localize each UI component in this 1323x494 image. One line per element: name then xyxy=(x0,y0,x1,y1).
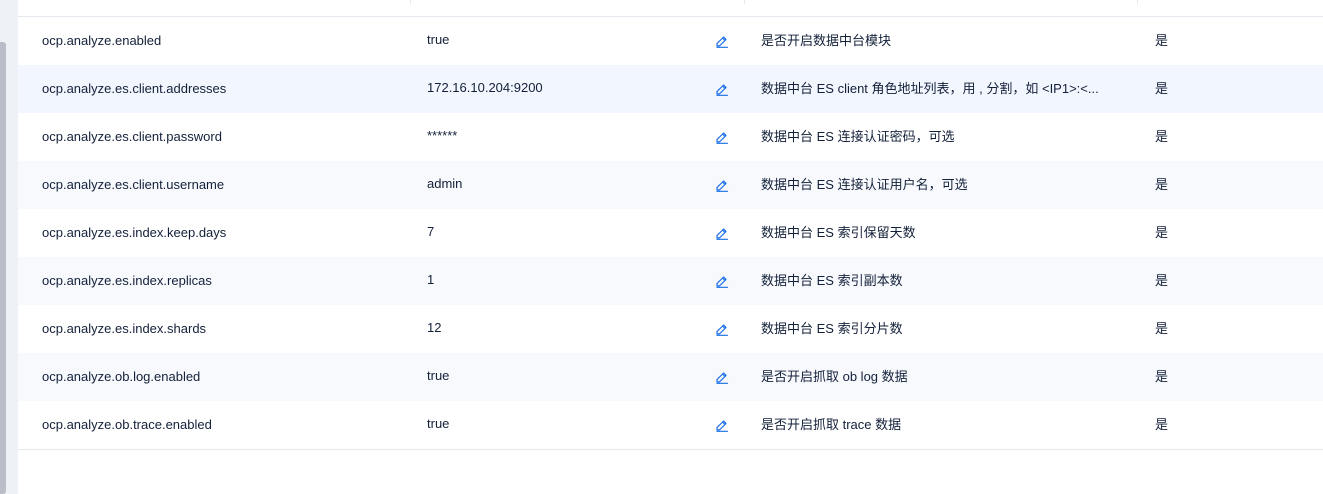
param-value: true xyxy=(427,368,450,383)
table-row: ocp.analyze.es.client.password ****** 数据… xyxy=(18,113,1323,161)
param-description: 数据中台 ES 连接认证用户名，可选 xyxy=(761,177,968,192)
header-col-divider xyxy=(1137,0,1138,4)
param-description: 数据中台 ES 索引保留天数 xyxy=(761,225,916,240)
edit-pencil-icon xyxy=(716,180,729,192)
page-scrollbar[interactable] xyxy=(0,42,6,494)
edit-pencil-icon xyxy=(716,372,729,384)
param-required: 是 xyxy=(1155,417,1169,432)
param-value: true xyxy=(427,32,450,47)
edit-pencil-icon xyxy=(716,324,729,336)
param-required: 是 xyxy=(1155,369,1169,384)
param-name: ocp.analyze.es.index.keep.days xyxy=(42,225,227,240)
param-name: ocp.analyze.es.client.addresses xyxy=(42,81,227,96)
table-row: ocp.analyze.es.index.keep.days 7 数据中台 ES… xyxy=(18,209,1323,257)
edit-pencil-icon xyxy=(716,276,729,288)
table-header xyxy=(18,0,1323,17)
param-required: 是 xyxy=(1155,33,1169,48)
edit-value-button[interactable] xyxy=(714,209,730,257)
table-row: ocp.analyze.enabled true 是否开启数据中台模块 是 xyxy=(18,17,1323,65)
edit-value-button[interactable] xyxy=(714,161,730,209)
edit-pencil-icon xyxy=(716,132,729,144)
param-value: ****** xyxy=(427,128,458,143)
edit-pencil-icon xyxy=(716,36,729,48)
edit-pencil-icon xyxy=(716,228,729,240)
param-value: admin xyxy=(427,176,463,191)
edit-value-button[interactable] xyxy=(714,113,730,161)
param-required: 是 xyxy=(1155,273,1169,288)
param-description: 是否开启抓取 trace 数据 xyxy=(761,417,902,432)
param-required: 是 xyxy=(1155,177,1169,192)
param-description: 数据中台 ES client 角色地址列表，用 , 分割，如 <IP1>:<..… xyxy=(761,81,1099,96)
table-row: ocp.analyze.ob.trace.enabled true 是否开启抓取… xyxy=(18,401,1323,449)
param-name: ocp.analyze.enabled xyxy=(42,33,162,48)
edit-value-button[interactable] xyxy=(714,401,730,449)
edit-value-button[interactable] xyxy=(714,353,730,401)
edit-value-button[interactable] xyxy=(714,257,730,305)
param-required: 是 xyxy=(1155,81,1169,96)
edit-pencil-icon xyxy=(716,84,729,96)
table-bottom-border xyxy=(18,449,1323,450)
param-name: ocp.analyze.ob.log.enabled xyxy=(42,369,201,384)
param-name: ocp.analyze.es.index.shards xyxy=(42,321,207,336)
header-col-divider xyxy=(744,0,745,4)
param-description: 是否开启抓取 ob log 数据 xyxy=(761,369,908,384)
table-row: ocp.analyze.es.index.replicas 1 数据中台 ES … xyxy=(18,257,1323,305)
param-required: 是 xyxy=(1155,321,1169,336)
param-value: 12 xyxy=(427,320,442,335)
edit-value-button[interactable] xyxy=(714,65,730,113)
param-value: true xyxy=(427,416,450,431)
table-row: ocp.analyze.es.client.username admin 数据中… xyxy=(18,161,1323,209)
header-col-divider xyxy=(410,0,411,4)
param-name: ocp.analyze.es.client.username xyxy=(42,177,225,192)
param-name: ocp.analyze.ob.trace.enabled xyxy=(42,417,212,432)
table-row: ocp.analyze.ob.log.enabled true 是否开启抓取 o… xyxy=(18,353,1323,401)
edit-pencil-icon xyxy=(716,420,729,432)
param-value: 7 xyxy=(427,224,435,239)
param-description: 数据中台 ES 索引分片数 xyxy=(761,321,903,336)
param-name: ocp.analyze.es.index.replicas xyxy=(42,273,212,288)
param-value: 172.16.10.204:9200 xyxy=(427,80,543,95)
param-required: 是 xyxy=(1155,129,1169,144)
param-description: 数据中台 ES 索引副本数 xyxy=(761,273,903,288)
table-body: ocp.analyze.enabled true 是否开启数据中台模块 是 oc… xyxy=(18,17,1323,449)
table-row: ocp.analyze.es.index.shards 12 数据中台 ES 索… xyxy=(18,305,1323,353)
param-description: 是否开启数据中台模块 xyxy=(761,33,892,48)
param-required: 是 xyxy=(1155,225,1169,240)
parameter-table: ocp.analyze.enabled true 是否开启数据中台模块 是 oc… xyxy=(18,0,1323,494)
param-name: ocp.analyze.es.client.password xyxy=(42,129,222,144)
edit-value-button[interactable] xyxy=(714,305,730,353)
param-description: 数据中台 ES 连接认证密码，可选 xyxy=(761,129,955,144)
param-value: 1 xyxy=(427,272,435,287)
table-row: ocp.analyze.es.client.addresses 172.16.1… xyxy=(18,65,1323,113)
edit-value-button[interactable] xyxy=(714,17,730,65)
